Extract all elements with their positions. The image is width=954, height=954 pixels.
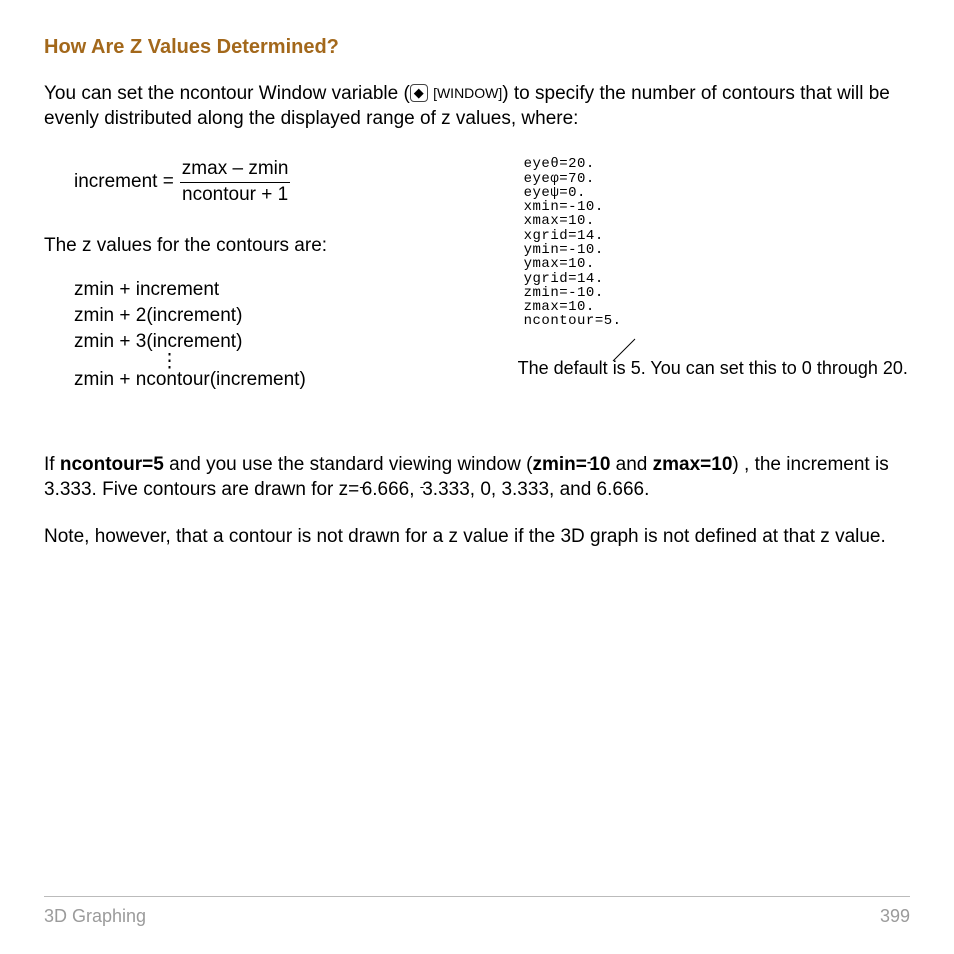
p2-d2: 10 (589, 454, 610, 475)
paragraph-2: If ncontour=5 and you use the standard v… (44, 453, 910, 502)
zlist-n: zmin + ncontour(increment) (74, 368, 512, 393)
footer-section: 3D Graphing (44, 905, 146, 928)
footer-page-number: 399 (880, 905, 910, 928)
annotation-text: The default is 5. You can set this to 0 … (518, 357, 910, 380)
p2-c: and you use the standard viewing window … (164, 454, 533, 475)
pointer-line-icon (607, 337, 641, 363)
p2-e: and (610, 454, 652, 475)
p2-f: zmax=10 (653, 454, 733, 475)
increment-fraction: zmax – zmin ncontour + 1 (180, 157, 291, 207)
p2-i: 3.333, 0, 3.333, and 6.666. (422, 479, 649, 500)
zlist-2: zmin + 2(increment) (74, 304, 512, 329)
vertical-dots-icon: ⋮ (74, 356, 512, 367)
frac-den: ncontour + 1 (180, 183, 291, 208)
zlist-3: zmin + 3(increment) (74, 330, 512, 355)
paragraph-3: Note, however, that a contour is not dra… (44, 525, 910, 550)
intro-text-1: You can set the ncontour Window variable… (44, 83, 410, 104)
p2-h: 6.666, (362, 479, 420, 500)
diamond-key-icon: ◆ (410, 84, 428, 102)
frac-num-a: zmax (182, 158, 227, 179)
increment-label: increment = (74, 170, 174, 195)
zlist-1: zmin + increment (74, 278, 512, 303)
frac-num-b: zmin (248, 158, 288, 179)
p2-b: ncontour=5 (60, 454, 164, 475)
frac-num-minus: – (227, 158, 248, 179)
window-key-label: [WINDOW] (433, 85, 502, 101)
zvals-label: The z values for the contours are: (44, 234, 512, 259)
calculator-screenshot: eyeθ=20. eyeφ=70. eyeψ=0. xmin=-10. xmax… (524, 157, 910, 328)
p2-a: If (44, 454, 60, 475)
p2-d: zmin= (532, 454, 586, 475)
intro-paragraph: You can set the ncontour Window variable… (44, 82, 910, 131)
section-heading: How Are Z Values Determined? (44, 34, 910, 60)
